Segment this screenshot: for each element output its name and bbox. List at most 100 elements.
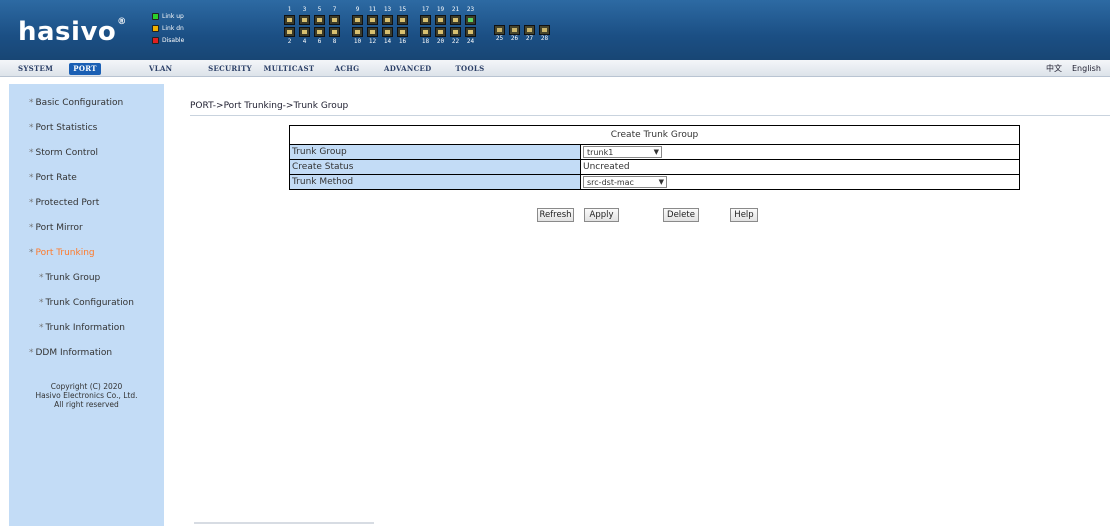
table-row: Trunk Method src-dst-mac ▼ [289, 174, 1020, 190]
rj45-port-icon[interactable] [284, 15, 295, 25]
legend-disable: Disable [152, 34, 184, 46]
rj45-port-icon[interactable] [329, 15, 340, 25]
sidebar-item-port-trunking[interactable]: * Port Trunking [29, 248, 95, 258]
port-column: 11 12 [366, 6, 379, 46]
help-button[interactable]: Help [730, 208, 758, 222]
sfp-port-icon[interactable] [524, 25, 535, 35]
trunk-group-select[interactable]: trunk1 ▼ [583, 146, 662, 158]
port-column: 15 16 [396, 6, 409, 46]
port-panel: 1 2 3 4 5 6 7 8 9 10 11 12 13 14 15 16 17 18 19 20 21 22 23 24 2… [283, 6, 553, 46]
sfp-column: 27 [523, 25, 536, 46]
rj45-port-icon[interactable] [397, 15, 408, 25]
tab-achg[interactable]: ACHG [334, 63, 360, 75]
rj45-port-icon[interactable] [420, 27, 431, 37]
port-number-label: 19 [436, 6, 445, 13]
create-status-value: Uncreated [580, 159, 1020, 175]
rj45-port-icon[interactable] [367, 15, 378, 25]
port-column: 78 [328, 6, 341, 46]
port-column: 9 10 [351, 6, 364, 46]
tab-advanced[interactable]: ADVANCED [384, 63, 431, 75]
port-number-label: 25 [495, 35, 504, 42]
port-number-label: 9 [355, 6, 360, 13]
tab-tools[interactable]: TOOLS [455, 63, 485, 75]
rj45-port-icon[interactable] [352, 15, 363, 25]
rj45-port-icon[interactable] [382, 15, 393, 25]
port-number-label: 8 [332, 38, 337, 45]
rj45-port-icon[interactable] [465, 27, 476, 37]
sidebar-item-port-statistics[interactable]: * Port Statistics [29, 123, 97, 133]
top-nav: SYSTEM PORT VLAN SECURITY MULTICAST ACHG… [0, 60, 1110, 77]
port-number-label: 24 [466, 38, 475, 45]
refresh-button[interactable]: Refresh [537, 208, 574, 222]
rj45-port-icon[interactable] [367, 27, 378, 37]
port-group: 9 10 11 12 13 14 15 16 [351, 6, 411, 46]
tab-system[interactable]: SYSTEM [18, 63, 53, 75]
lang-english-link[interactable]: English [1072, 63, 1101, 75]
sfp-column: 28 [538, 25, 551, 46]
rj45-port-icon[interactable] [314, 15, 325, 25]
table-row: Create Status Uncreated [289, 159, 1020, 175]
sfp-column: 25 [493, 25, 506, 46]
sidebar-item-port-rate[interactable]: * Port Rate [29, 173, 77, 183]
sfp-column: 26 [508, 25, 521, 46]
sidebar: * Basic Configuration * Port Statistics * S… [9, 84, 164, 526]
trunk-method-select[interactable]: src-dst-mac ▼ [583, 176, 667, 188]
sfp-port-group: 25 26 27 28 [493, 25, 553, 46]
sidebar-item-port-mirror[interactable]: * Port Mirror [29, 223, 83, 233]
sfp-port-icon[interactable] [494, 25, 505, 35]
delete-button[interactable]: Delete [663, 208, 699, 222]
table-title: Create Trunk Group [289, 125, 1020, 145]
sfp-port-icon[interactable] [539, 25, 550, 35]
tab-vlan[interactable]: VLAN [149, 63, 172, 75]
breadcrumb-divider [190, 115, 1110, 116]
lang-chinese-link[interactable]: 中文 [1046, 63, 1062, 75]
rj45-port-icon[interactable] [450, 15, 461, 25]
sidebar-item-protected-port[interactable]: * Protected Port [29, 198, 99, 208]
port-group: 17 18 19 20 21 22 23 24 [419, 6, 479, 46]
sidebar-item-basic-configuration[interactable]: * Basic Configuration [29, 98, 123, 108]
port-column: 56 [313, 6, 326, 46]
link-up-led-icon [152, 12, 159, 20]
rj45-port-icon[interactable] [382, 27, 393, 37]
disable-led-icon [152, 36, 159, 44]
port-number-label: 14 [383, 38, 392, 45]
rj45-port-icon[interactable] [420, 15, 431, 25]
rj45-port-icon[interactable] [299, 27, 310, 37]
rj45-port-icon[interactable] [329, 27, 340, 37]
port-number-label: 4 [302, 38, 307, 45]
port-number-label: 18 [421, 38, 430, 45]
rj45-port-icon[interactable] [314, 27, 325, 37]
port-number-label: 6 [317, 38, 322, 45]
tab-multicast[interactable]: MULTICAST [263, 63, 315, 75]
copyright-notice: Copyright (C) 2020 Hasivo Electronics Co… [35, 382, 138, 409]
rj45-port-icon[interactable] [450, 27, 461, 37]
port-number-label: 26 [510, 35, 519, 42]
rj45-port-icon[interactable] [284, 27, 295, 37]
port-number-label: 21 [451, 6, 460, 13]
rj45-port-icon[interactable] [299, 15, 310, 25]
rj45-port-icon[interactable] [465, 15, 476, 25]
rj45-port-icon[interactable] [435, 27, 446, 37]
port-number-label: 22 [451, 38, 460, 45]
rj45-port-icon[interactable] [397, 27, 408, 37]
sidebar-item-trunk-configuration[interactable]: * Trunk Configuration [39, 298, 134, 308]
sidebar-item-trunk-group[interactable]: * Trunk Group [39, 273, 100, 283]
port-number-label: 1 [287, 6, 292, 13]
tab-port[interactable]: PORT [69, 63, 101, 75]
apply-button[interactable]: Apply [584, 208, 619, 222]
port-number-label: 12 [368, 38, 377, 45]
create-trunk-group-table: Create Trunk Group Trunk Group trunk1 ▼ … [289, 125, 1020, 190]
legend-link-up: Link up [152, 10, 184, 22]
tab-security[interactable]: SECURITY [205, 63, 255, 75]
sidebar-item-trunk-information[interactable]: * Trunk Information [39, 323, 125, 333]
port-column: 17 18 [419, 6, 432, 46]
sidebar-item-storm-control[interactable]: * Storm Control [29, 148, 98, 158]
port-number-label: 2 [287, 38, 292, 45]
port-number-label: 7 [332, 6, 337, 13]
port-number-label: 20 [436, 38, 445, 45]
dropdown-arrow-icon: ▼ [653, 148, 659, 156]
rj45-port-icon[interactable] [352, 27, 363, 37]
rj45-port-icon[interactable] [435, 15, 446, 25]
sfp-port-icon[interactable] [509, 25, 520, 35]
sidebar-item-ddm-information[interactable]: * DDM Information [29, 348, 112, 358]
